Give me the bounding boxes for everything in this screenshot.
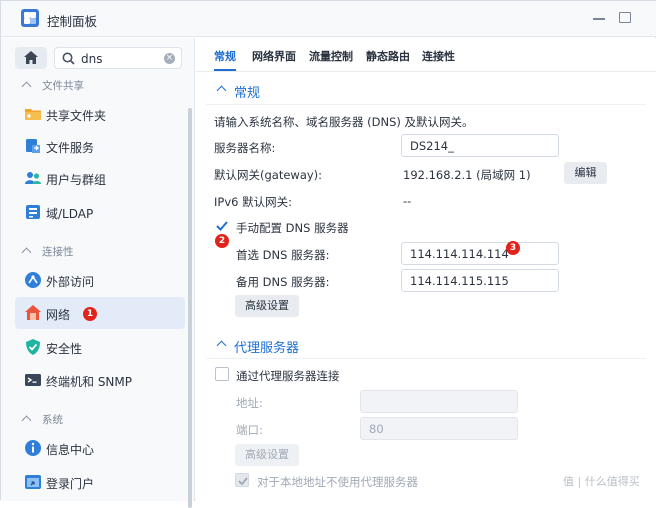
sidebar-item-security[interactable]: 安全性 <box>15 331 185 363</box>
sidebar: × 文件共享 共享文件夹 文件服务 <box>1 38 195 508</box>
sidebar-item-terminal-snmp[interactable]: 终端机和 SNMP <box>15 364 185 396</box>
proxy-section-header[interactable]: 代理服务器 <box>216 337 636 356</box>
section-divider <box>206 104 646 105</box>
section-divider <box>206 358 646 359</box>
sidebar-scrollbar[interactable] <box>188 108 192 508</box>
info-center-icon <box>25 440 41 456</box>
main-panel: 常规 网络界面 流量控制 静态路由 连接性 常规 请输入系统名称、域名服务器 (… <box>196 38 656 501</box>
server-name-label: 服务器名称: <box>214 141 276 155</box>
general-section-header[interactable]: 常规 <box>216 82 636 101</box>
tab-static-route[interactable]: 静态路由 <box>366 48 410 64</box>
proxy-connect-label: 通过代理服务器连接 <box>236 369 340 383</box>
proxy-port-label: 端口: <box>236 423 263 437</box>
security-shield-icon <box>26 339 40 355</box>
sidebar-item-external-access[interactable]: 外部访问 <box>15 264 185 296</box>
proxy-address-label: 地址: <box>236 396 263 410</box>
general-description: 请输入系统名称、域名服务器 (DNS) 及默认网关。 <box>214 115 474 129</box>
external-access-icon <box>25 272 41 288</box>
search-input[interactable] <box>81 50 161 67</box>
terminal-icon <box>25 374 41 386</box>
gateway-label: 默认网关(gateway): <box>214 168 323 182</box>
chevron-up-icon <box>21 415 32 426</box>
step-badge-3: 3 <box>506 241 520 255</box>
sidebar-item-info-center[interactable]: 信息中心 <box>15 432 185 464</box>
checkmark-icon <box>216 221 228 231</box>
control-panel-app-icon <box>21 9 39 27</box>
network-house-icon <box>25 305 41 320</box>
file-services-icon <box>26 139 40 153</box>
preferred-dns-label: 首选 DNS 服务器: <box>236 248 330 262</box>
ipv6-gateway-label: IPv6 默认网关: <box>214 195 292 209</box>
proxy-bypass-local-label: 对于本地地址不使用代理服务器 <box>257 475 418 489</box>
gateway-value: 192.168.2.1 (局域网 1) <box>403 168 531 182</box>
proxy-port-input[interactable] <box>360 417 518 440</box>
login-portal-icon <box>25 475 41 489</box>
tab-traffic-control[interactable]: 流量控制 <box>309 48 353 64</box>
shared-folder-icon <box>25 109 41 120</box>
chevron-up-icon <box>21 81 32 92</box>
window-title: 控制面板 <box>47 14 98 29</box>
home-icon <box>24 51 38 64</box>
sidebar-item-users-groups[interactable]: 用户与群组 <box>15 162 185 194</box>
control-panel-window: 控制面板 × 文件共享 共享文件夹 <box>0 0 656 508</box>
sidebar-item-file-services[interactable]: 文件服务 <box>15 130 185 162</box>
manual-dns-checkbox[interactable] <box>215 219 229 233</box>
proxy-bypass-local-checkbox[interactable] <box>235 473 249 487</box>
step-badge-1: 1 <box>83 307 97 321</box>
tab-network-interface[interactable]: 网络界面 <box>252 48 296 64</box>
search-icon <box>62 52 75 65</box>
preferred-dns-input[interactable] <box>401 242 559 265</box>
home-button[interactable] <box>15 47 47 69</box>
server-name-input[interactable] <box>401 134 559 157</box>
edit-gateway-button[interactable]: 编辑 <box>564 162 607 184</box>
tab-connectivity[interactable]: 连接性 <box>422 48 455 64</box>
alternate-dns-label: 备用 DNS 服务器: <box>236 275 330 289</box>
tab-bar: 常规 网络界面 流量控制 静态路由 连接性 <box>196 38 656 72</box>
minimize-icon[interactable] <box>593 18 605 20</box>
sidebar-item-shared-folder[interactable]: 共享文件夹 <box>15 98 185 130</box>
sidebar-item-domain-ldap[interactable]: 域/LDAP <box>15 196 185 228</box>
section-header-file-sharing[interactable]: 文件共享 <box>21 78 84 94</box>
maximize-icon[interactable] <box>619 12 631 23</box>
chevron-up-icon <box>216 340 227 351</box>
chevron-up-icon <box>21 247 32 258</box>
clear-search-icon[interactable]: × <box>164 53 175 64</box>
active-tab-indicator <box>214 69 236 71</box>
search-box[interactable]: × <box>54 47 182 69</box>
sidebar-item-login-portal[interactable]: 登录门户 <box>15 466 185 498</box>
watermark-text: 值 | 什么值得买 <box>563 475 640 488</box>
checkmark-icon <box>238 477 248 486</box>
alternate-dns-input[interactable] <box>401 269 559 292</box>
proxy-address-input[interactable] <box>360 390 518 413</box>
section-header-connectivity[interactable]: 连接性 <box>21 244 74 260</box>
proxy-connect-checkbox[interactable] <box>215 367 229 381</box>
proxy-advanced-settings-button[interactable]: 高级设置 <box>235 444 299 466</box>
dns-advanced-settings-button[interactable]: 高级设置 <box>235 295 299 317</box>
domain-ldap-icon <box>26 205 40 219</box>
sidebar-item-network[interactable]: 网络 1 <box>15 297 185 329</box>
section-header-system[interactable]: 系统 <box>21 412 63 428</box>
manual-dns-label: 手动配置 DNS 服务器 <box>236 221 349 235</box>
users-groups-icon <box>25 172 41 184</box>
ipv6-gateway-value: -- <box>403 194 412 208</box>
title-bar: 控制面板 <box>1 1 656 37</box>
step-badge-2: 2 <box>215 234 229 248</box>
tab-general[interactable]: 常规 <box>214 48 236 64</box>
chevron-up-icon <box>216 85 227 96</box>
